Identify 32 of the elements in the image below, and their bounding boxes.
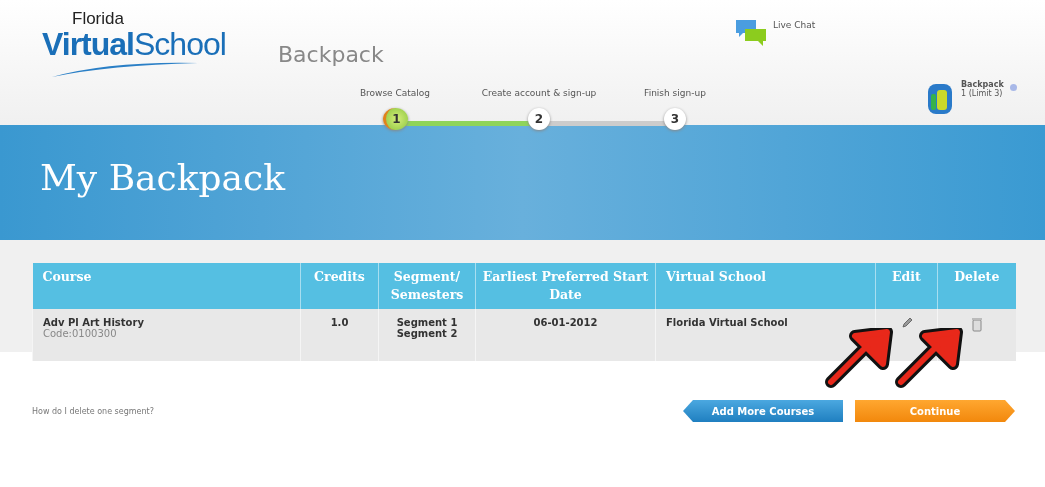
logo-wordmark: VirtualSchool <box>42 27 227 61</box>
backpack-label: Backpack <box>961 80 1004 89</box>
logo-text: Florida <box>72 10 125 27</box>
step-label: Finish sign-up <box>644 88 706 98</box>
column-header: Course <box>32 263 301 309</box>
status-dot <box>1009 84 1017 91</box>
step-number: 1 <box>382 108 408 130</box>
column-header: Earliest Preferred Start Date <box>475 263 656 309</box>
column-header: Segment/ Semesters <box>378 263 476 309</box>
column-header: Virtual School <box>655 263 876 309</box>
backpack-count: 1 (Limit 3) <box>961 89 1003 98</box>
segment-text: Segment 1 <box>395 317 459 328</box>
step-number: 3 <box>664 108 686 130</box>
step-number: 2 <box>528 108 550 130</box>
annotation-arrow <box>825 328 895 388</box>
column-header: Edit <box>875 263 938 309</box>
step-label: Create account & sign-up <box>481 88 597 98</box>
annotation-arrow <box>895 328 965 388</box>
table-cell: 06-01-2012 <box>475 309 656 361</box>
table-cell: 1.0 <box>300 309 379 361</box>
segment-text: Segment 2 <box>395 328 459 339</box>
live-chat-link[interactable]: Live Chat <box>773 20 816 30</box>
column-header: Credits <box>300 263 379 309</box>
add-more-courses-button[interactable]: Add More Courses <box>683 400 843 422</box>
app-title: Backpack <box>278 42 384 67</box>
page-title: My Backpack <box>40 157 286 200</box>
course-code: Code:0100300 <box>43 328 117 339</box>
column-header: Delete <box>937 263 1016 309</box>
course-name: Adv Pl Art History <box>43 317 145 328</box>
table-cell: Florida Virtual School <box>655 309 876 361</box>
step-label: Browse Catalog <box>359 88 431 98</box>
help-link[interactable]: How do I delete one segment? <box>32 406 154 416</box>
